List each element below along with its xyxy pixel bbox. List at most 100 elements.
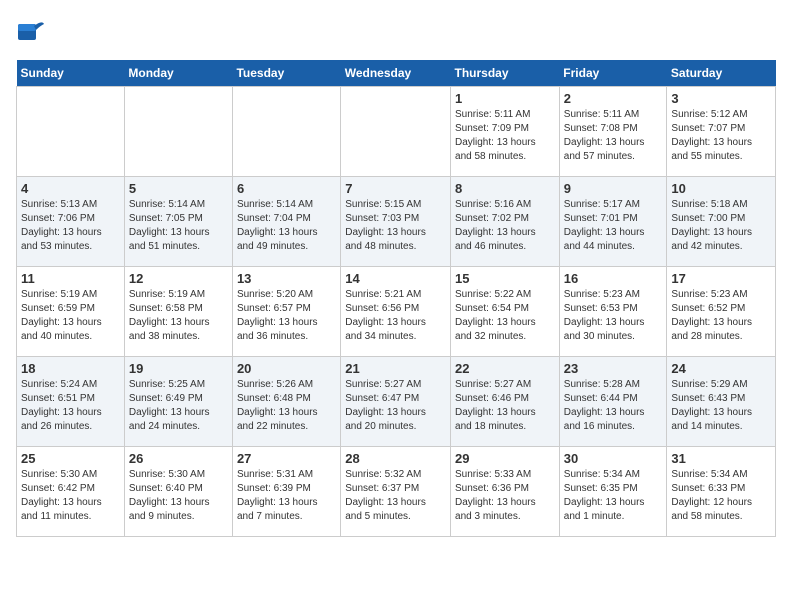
calendar-cell: 25 Sunrise: 5:30 AM Sunset: 6:42 PM Dayli…	[17, 447, 125, 537]
day-info: Sunrise: 5:18 AM Sunset: 7:00 PM Dayligh…	[671, 198, 771, 254]
day-info: Sunrise: 5:19 AM Sunset: 6:59 PM Dayligh…	[21, 288, 120, 344]
day-info: Sunrise: 5:11 AM Sunset: 7:09 PM Dayligh…	[455, 108, 555, 164]
day-number: 19	[129, 361, 228, 376]
day-info: Sunrise: 5:17 AM Sunset: 7:01 PM Dayligh…	[564, 198, 663, 254]
day-number: 9	[564, 181, 663, 196]
calendar-cell: 29 Sunrise: 5:33 AM Sunset: 6:36 PM Dayli…	[451, 447, 560, 537]
day-number: 12	[129, 271, 228, 286]
day-number: 20	[237, 361, 336, 376]
day-number: 4	[21, 181, 120, 196]
logo	[16, 16, 50, 48]
day-number: 31	[671, 451, 771, 466]
day-number: 10	[671, 181, 771, 196]
day-number: 27	[237, 451, 336, 466]
day-info: Sunrise: 5:27 AM Sunset: 6:47 PM Dayligh…	[345, 378, 446, 434]
calendar-cell: 16Sunrise: 5:23 AM Sunset: 6:53 PM Dayli…	[559, 267, 667, 357]
day-number: 8	[455, 181, 555, 196]
calendar-cell: 23 Sunrise: 5:28 AM Sunset: 6:44 PM Dayli…	[559, 357, 667, 447]
calendar-cell: 15 Sunrise: 5:22 AM Sunset: 6:54 PM Dayli…	[451, 267, 560, 357]
day-info: Sunrise: 5:32 AM Sunset: 6:37 PM Dayligh…	[345, 468, 446, 524]
calendar-cell: 4 Sunrise: 5:13 AM Sunset: 7:06 PM Daylig…	[17, 177, 125, 267]
calendar-body: 1Sunrise: 5:11 AM Sunset: 7:09 PM Daylig…	[17, 87, 776, 537]
calendar-cell: 14Sunrise: 5:21 AM Sunset: 6:56 PM Dayli…	[341, 267, 451, 357]
calendar-cell: 31Sunrise: 5:34 AM Sunset: 6:33 PM Dayli…	[667, 447, 776, 537]
calendar-cell: 7Sunrise: 5:15 AM Sunset: 7:03 PM Daylig…	[341, 177, 451, 267]
calendar-cell: 18Sunrise: 5:24 AM Sunset: 6:51 PM Dayli…	[17, 357, 125, 447]
day-info: Sunrise: 5:11 AM Sunset: 7:08 PM Dayligh…	[564, 108, 663, 164]
day-info: Sunrise: 5:12 AM Sunset: 7:07 PM Dayligh…	[671, 108, 771, 164]
day-number: 6	[237, 181, 336, 196]
day-info: Sunrise: 5:26 AM Sunset: 6:48 PM Dayligh…	[237, 378, 336, 434]
day-info: Sunrise: 5:22 AM Sunset: 6:54 PM Dayligh…	[455, 288, 555, 344]
week-row-1: 1Sunrise: 5:11 AM Sunset: 7:09 PM Daylig…	[17, 87, 776, 177]
weekday-wednesday: Wednesday	[341, 60, 451, 87]
day-number: 25	[21, 451, 120, 466]
day-info: Sunrise: 5:33 AM Sunset: 6:36 PM Dayligh…	[455, 468, 555, 524]
day-number: 11	[21, 271, 120, 286]
weekday-tuesday: Tuesday	[232, 60, 340, 87]
day-number: 18	[21, 361, 120, 376]
calendar-cell: 26 Sunrise: 5:30 AM Sunset: 6:40 PM Dayli…	[124, 447, 232, 537]
day-number: 28	[345, 451, 446, 466]
day-info: Sunrise: 5:28 AM Sunset: 6:44 PM Dayligh…	[564, 378, 663, 434]
day-info: Sunrise: 5:16 AM Sunset: 7:02 PM Dayligh…	[455, 198, 555, 254]
day-number: 16	[564, 271, 663, 286]
calendar-cell: 12 Sunrise: 5:19 AM Sunset: 6:58 PM Dayli…	[124, 267, 232, 357]
calendar-cell: 2 Sunrise: 5:11 AM Sunset: 7:08 PM Daylig…	[559, 87, 667, 177]
calendar-cell: 9 Sunrise: 5:17 AM Sunset: 7:01 PM Daylig…	[559, 177, 667, 267]
calendar-cell: 3 Sunrise: 5:12 AM Sunset: 7:07 PM Daylig…	[667, 87, 776, 177]
calendar-cell: 5Sunrise: 5:14 AM Sunset: 7:05 PM Daylig…	[124, 177, 232, 267]
calendar-cell: 28 Sunrise: 5:32 AM Sunset: 6:37 PM Dayli…	[341, 447, 451, 537]
day-number: 17	[671, 271, 771, 286]
calendar-cell: 1Sunrise: 5:11 AM Sunset: 7:09 PM Daylig…	[451, 87, 560, 177]
day-number: 30	[564, 451, 663, 466]
calendar-cell	[124, 87, 232, 177]
day-info: Sunrise: 5:23 AM Sunset: 6:52 PM Dayligh…	[671, 288, 771, 344]
calendar-cell: 17 Sunrise: 5:23 AM Sunset: 6:52 PM Dayli…	[667, 267, 776, 357]
weekday-sunday: Sunday	[17, 60, 125, 87]
calendar-cell: 30 Sunrise: 5:34 AM Sunset: 6:35 PM Dayli…	[559, 447, 667, 537]
weekday-header-row: SundayMondayTuesdayWednesdayThursdayFrid…	[17, 60, 776, 87]
day-number: 22	[455, 361, 555, 376]
calendar-cell: 10 Sunrise: 5:18 AM Sunset: 7:00 PM Dayli…	[667, 177, 776, 267]
calendar-cell: 20 Sunrise: 5:26 AM Sunset: 6:48 PM Dayli…	[232, 357, 340, 447]
logo-icon	[16, 16, 48, 48]
calendar-cell: 6 Sunrise: 5:14 AM Sunset: 7:04 PM Daylig…	[232, 177, 340, 267]
day-number: 23	[564, 361, 663, 376]
day-info: Sunrise: 5:25 AM Sunset: 6:49 PM Dayligh…	[129, 378, 228, 434]
calendar-cell: 21Sunrise: 5:27 AM Sunset: 6:47 PM Dayli…	[341, 357, 451, 447]
calendar-cell: 19 Sunrise: 5:25 AM Sunset: 6:49 PM Dayli…	[124, 357, 232, 447]
week-row-5: 25 Sunrise: 5:30 AM Sunset: 6:42 PM Dayli…	[17, 447, 776, 537]
calendar-cell: 11 Sunrise: 5:19 AM Sunset: 6:59 PM Dayli…	[17, 267, 125, 357]
day-number: 15	[455, 271, 555, 286]
week-row-2: 4 Sunrise: 5:13 AM Sunset: 7:06 PM Daylig…	[17, 177, 776, 267]
day-number: 26	[129, 451, 228, 466]
day-info: Sunrise: 5:29 AM Sunset: 6:43 PM Dayligh…	[671, 378, 771, 434]
day-info: Sunrise: 5:30 AM Sunset: 6:40 PM Dayligh…	[129, 468, 228, 524]
day-number: 3	[671, 91, 771, 106]
calendar-cell	[341, 87, 451, 177]
calendar-cell	[17, 87, 125, 177]
day-number: 2	[564, 91, 663, 106]
weekday-friday: Friday	[559, 60, 667, 87]
day-info: Sunrise: 5:30 AM Sunset: 6:42 PM Dayligh…	[21, 468, 120, 524]
day-number: 24	[671, 361, 771, 376]
day-number: 29	[455, 451, 555, 466]
calendar-header: SundayMondayTuesdayWednesdayThursdayFrid…	[17, 60, 776, 87]
day-info: Sunrise: 5:19 AM Sunset: 6:58 PM Dayligh…	[129, 288, 228, 344]
day-info: Sunrise: 5:13 AM Sunset: 7:06 PM Dayligh…	[21, 198, 120, 254]
calendar-cell: 13 Sunrise: 5:20 AM Sunset: 6:57 PM Dayli…	[232, 267, 340, 357]
weekday-thursday: Thursday	[451, 60, 560, 87]
day-info: Sunrise: 5:14 AM Sunset: 7:04 PM Dayligh…	[237, 198, 336, 254]
calendar-cell: 27 Sunrise: 5:31 AM Sunset: 6:39 PM Dayli…	[232, 447, 340, 537]
day-info: Sunrise: 5:31 AM Sunset: 6:39 PM Dayligh…	[237, 468, 336, 524]
day-number: 13	[237, 271, 336, 286]
day-number: 5	[129, 181, 228, 196]
weekday-monday: Monday	[124, 60, 232, 87]
day-number: 7	[345, 181, 446, 196]
calendar-cell: 24 Sunrise: 5:29 AM Sunset: 6:43 PM Dayli…	[667, 357, 776, 447]
calendar-cell	[232, 87, 340, 177]
day-number: 14	[345, 271, 446, 286]
day-info: Sunrise: 5:34 AM Sunset: 6:35 PM Dayligh…	[564, 468, 663, 524]
day-info: Sunrise: 5:20 AM Sunset: 6:57 PM Dayligh…	[237, 288, 336, 344]
